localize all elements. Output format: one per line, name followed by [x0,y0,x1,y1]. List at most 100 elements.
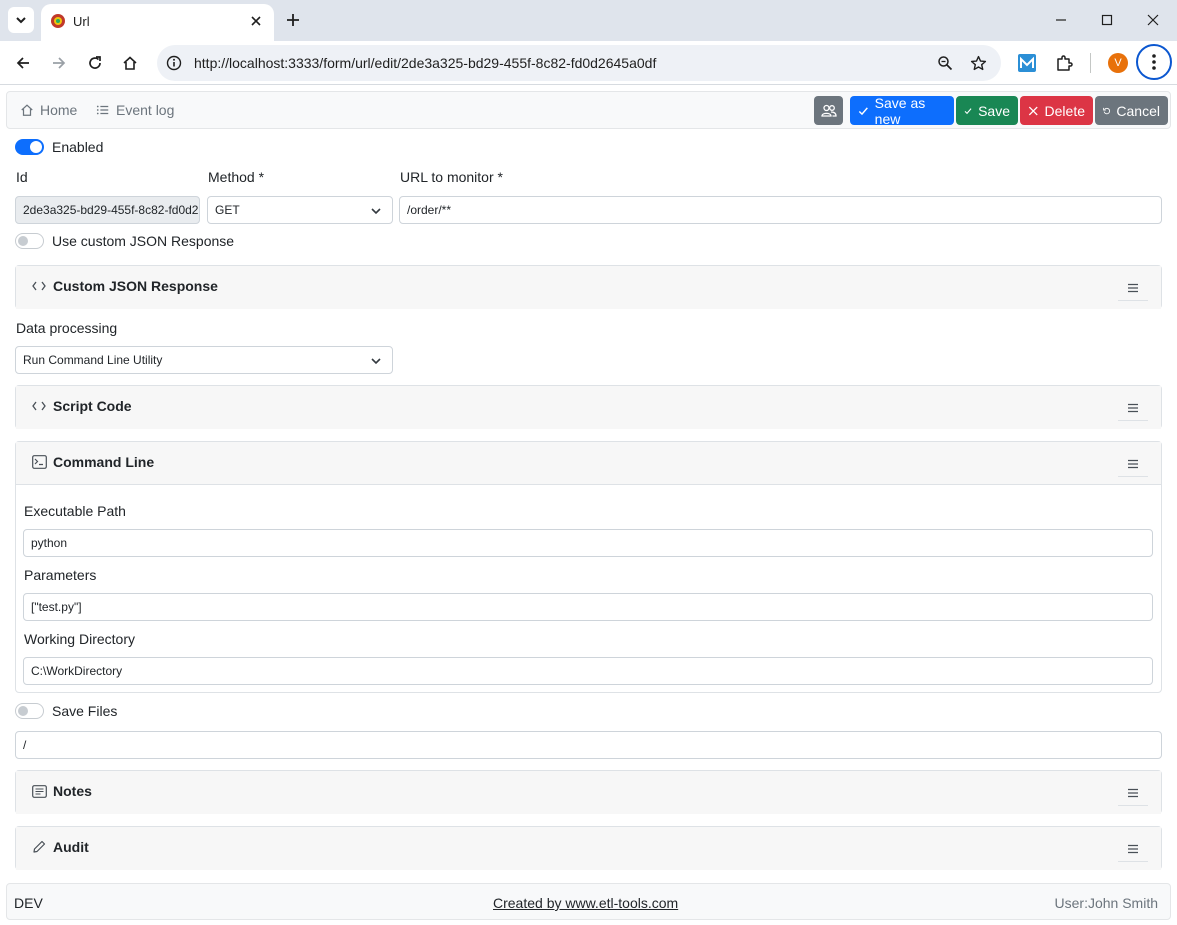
audit-panel-header[interactable]: Audit [16,827,1161,870]
favicon-icon [51,14,65,28]
url-value: /order/** [407,203,452,217]
browser-menu-icon[interactable] [1136,44,1172,80]
save-as-new-button[interactable]: Save as new [850,95,954,127]
delete-label: Delete [1044,102,1085,119]
forward-arrow-icon[interactable] [46,50,72,76]
notes-panel-title: Notes [53,783,92,799]
chevron-down-icon [16,17,26,24]
profile-avatar[interactable]: V [1108,53,1128,73]
data-processing-select[interactable]: Run Command Line Utility [15,346,393,374]
method-select[interactable]: GET [207,196,393,224]
check-icon [964,107,972,114]
id-label: Id [16,169,28,185]
extensions-puzzle-icon[interactable] [1053,52,1075,74]
credit-link[interactable]: Created by www.etl-tools.com [493,895,678,911]
app-footer: DEV Created by www.etl-tools.com User:Jo… [6,883,1171,920]
command-line-panel-header[interactable]: Command Line [16,442,1161,485]
hamburger-icon[interactable] [1118,395,1148,421]
address-bar[interactable]: http://localhost:3333/form/url/edit/2de3… [157,45,1001,81]
executable-path-value: python [31,536,68,550]
working-directory-value: C:\WorkDirectory [31,664,123,678]
executable-path-label: Executable Path [24,503,126,519]
audit-panel-title: Audit [53,839,89,855]
people-icon [820,104,837,117]
browser-toolbar: http://localhost:3333/form/url/edit/2de3… [0,41,1177,85]
script-code-panel-title: Script Code [53,398,132,414]
url-label: URL to monitor * [400,169,503,185]
chevron-down-icon [371,358,381,365]
parameters-value: ["test.py"] [31,600,82,614]
command-line-panel-title: Command Line [53,454,155,470]
enabled-label: Enabled [52,139,104,155]
enabled-toggle[interactable] [15,139,44,155]
undo-icon [1103,107,1111,114]
custom-json-toggle[interactable] [15,233,44,249]
custom-json-panel: Custom JSON Response [15,265,1162,309]
minimize-icon[interactable] [1048,8,1074,32]
method-value: GET [215,203,240,217]
custom-json-label: Use custom JSON Response [52,233,235,249]
executable-path-field[interactable]: python [23,529,1153,557]
save-files-path-value: / [23,738,27,752]
custom-json-panel-header[interactable]: Custom JSON Response [16,266,1161,309]
parameters-field[interactable]: ["test.py"] [23,593,1153,621]
save-files-toggle[interactable] [15,703,44,719]
cancel-button[interactable]: Cancel [1095,96,1168,125]
custom-json-panel-title: Custom JSON Response [53,278,218,294]
current-user-label: User:John Smith [1054,895,1158,911]
toolbar-divider [1090,53,1091,73]
id-field[interactable]: 2de3a325-bd29-455f-8c82-fd0d2645a0df [15,196,200,224]
command-line-panel: Command Line [15,441,1162,693]
code-icon [31,398,47,414]
hamburger-icon[interactable] [1118,836,1148,862]
close-window-icon[interactable] [1140,8,1166,32]
script-code-panel-header[interactable]: Script Code [16,386,1161,429]
check-icon [858,106,868,115]
id-value: 2de3a325-bd29-455f-8c82-fd0d2645a0df [23,203,199,217]
browser-tab-strip: Url [0,0,1177,41]
delete-button[interactable]: Delete [1020,96,1093,125]
notes-panel-header[interactable]: Notes [16,771,1161,814]
maximize-icon[interactable] [1094,8,1120,32]
working-directory-field[interactable]: C:\WorkDirectory [23,657,1153,685]
extension-m-icon[interactable] [1016,52,1038,74]
tab-close-icon[interactable] [248,13,264,29]
x-icon [1028,106,1038,115]
notes-panel: Notes [15,770,1162,814]
save-files-label: Save Files [52,703,118,719]
save-button[interactable]: Save [956,96,1018,125]
share-users-button[interactable] [814,96,843,125]
method-label: Method * [208,169,265,185]
list-icon [96,105,109,115]
home-icon[interactable] [117,50,143,76]
parameters-label: Parameters [24,567,97,583]
app-navbar: Home Event log Save as new Save Delete C… [6,91,1171,129]
new-tab-icon[interactable] [283,10,303,30]
pencil-icon [31,839,47,855]
save-files-path-field[interactable]: / [15,731,1162,759]
hamburger-icon[interactable] [1118,780,1148,806]
hamburger-icon[interactable] [1118,275,1148,301]
card-text-icon [31,783,47,799]
back-arrow-icon[interactable] [10,50,36,76]
tab-title: Url [73,14,90,29]
code-icon [31,278,47,294]
site-info-icon[interactable] [164,53,184,73]
url-field[interactable]: /order/** [399,196,1162,224]
reload-icon[interactable] [82,50,108,76]
script-code-panel: Script Code [15,385,1162,429]
zoom-icon[interactable] [936,54,954,72]
nav-eventlog-link[interactable]: Event log [96,102,174,118]
data-processing-value: Run Command Line Utility [23,353,163,367]
save-label: Save [978,102,1010,119]
hamburger-icon[interactable] [1118,451,1148,477]
browser-tab[interactable]: Url [41,4,274,41]
home-icon [21,104,33,116]
working-directory-label: Working Directory [24,631,135,647]
cancel-label: Cancel [1116,102,1160,119]
url-text: http://localhost:3333/form/url/edit/2de3… [194,55,657,71]
bookmark-star-icon[interactable] [969,54,987,72]
nav-home-label: Home [40,102,78,118]
tab-search-button[interactable] [8,7,34,33]
nav-home-link[interactable]: Home [20,102,77,118]
